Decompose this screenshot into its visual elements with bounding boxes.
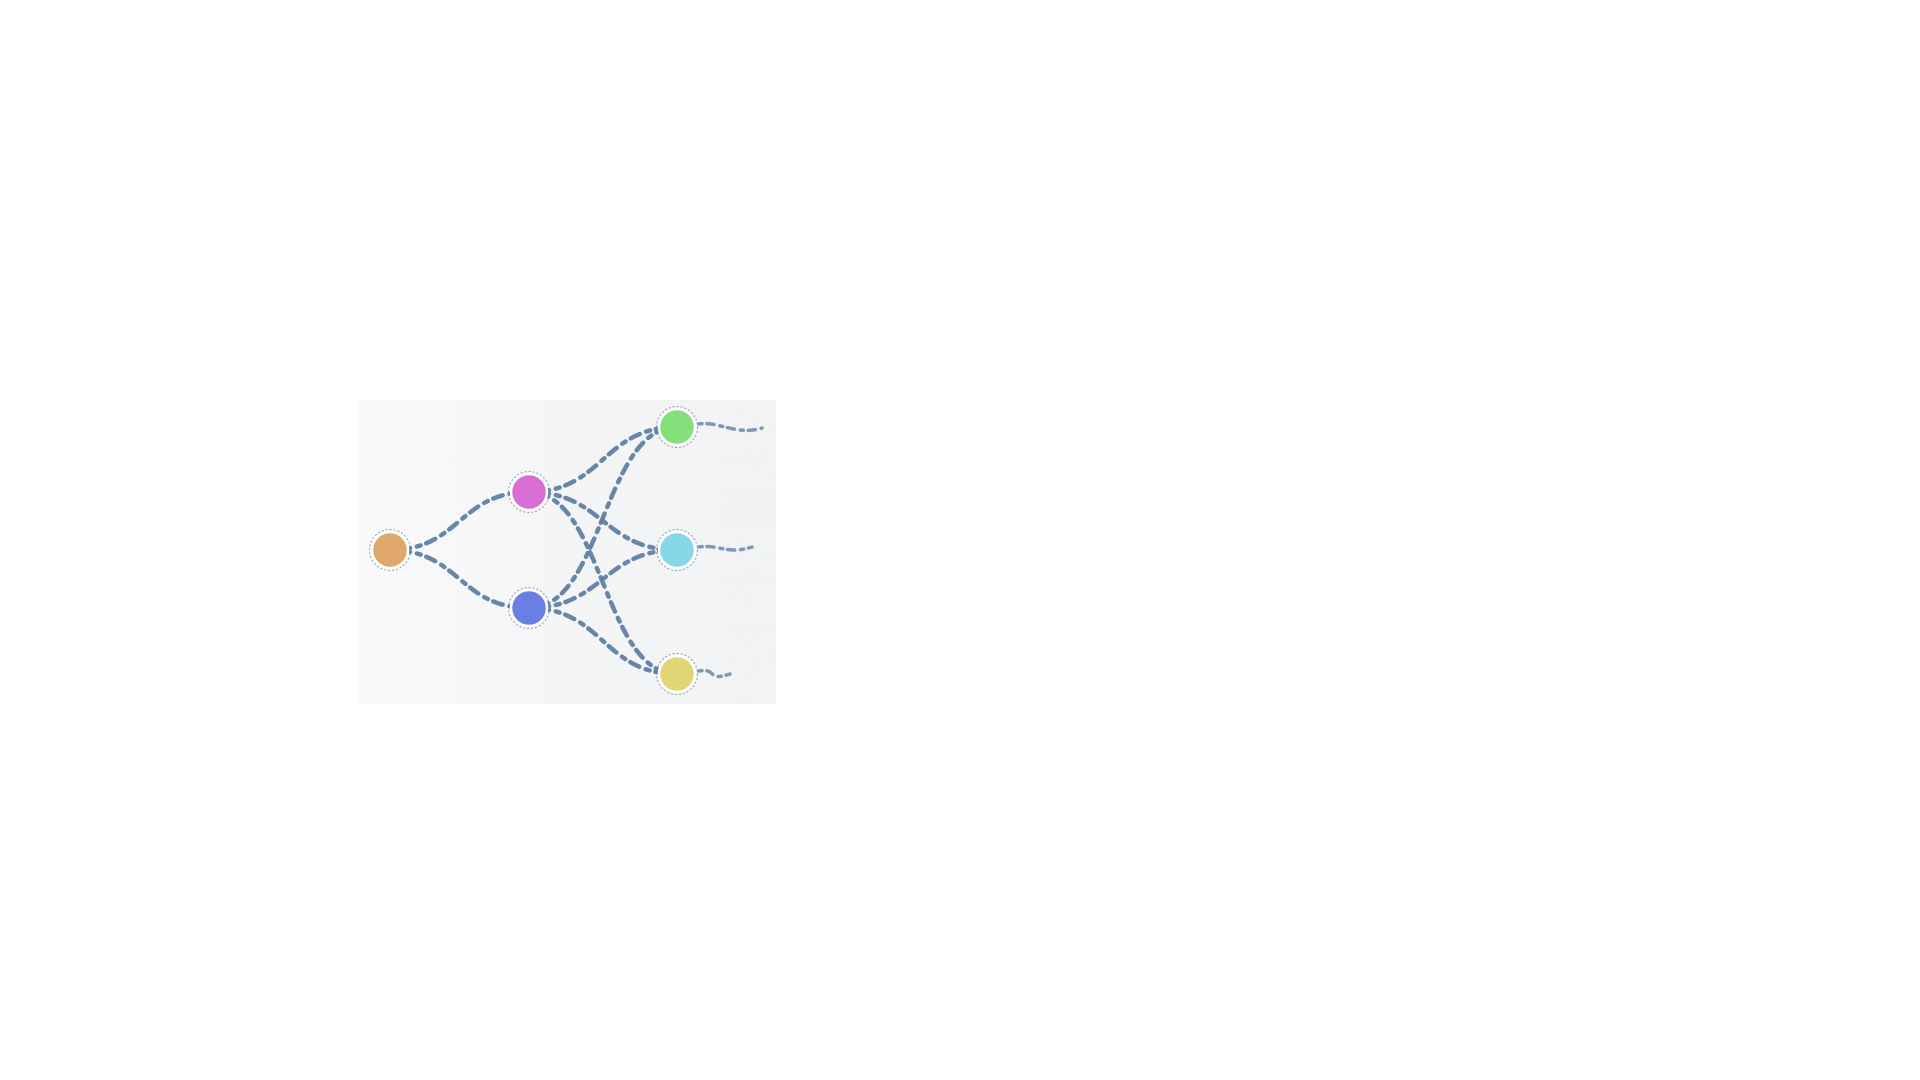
node-circle [657,654,697,694]
background-texture [358,400,776,704]
node-circle [657,407,697,447]
node-circle [509,472,549,512]
network-diagram [358,400,776,704]
node-circle [657,530,697,570]
background-fade [358,400,776,704]
node-circle [370,530,410,570]
node-circle [509,588,549,628]
